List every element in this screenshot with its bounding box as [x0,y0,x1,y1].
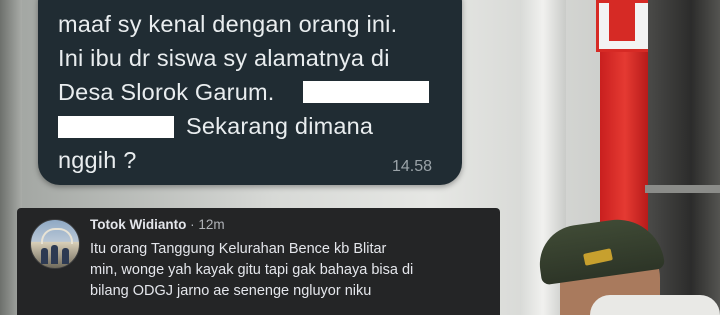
message-line-4: Sekarang dimana [186,113,374,139]
comment-age[interactable]: 12m [198,217,224,232]
chat-message-bubble: maaf sy kenal dengan orang ini. Ini ibu … [38,0,462,185]
comment-separator: · [190,217,195,232]
comment-line-2: min, wonge yah kayak gitu tapi gak bahay… [90,262,414,278]
comment-line-3: bilang ODGJ jarno ae senenge ngluyor nik… [90,283,372,299]
message-line-1: maaf sy kenal dengan orang ini. [58,11,398,37]
message-timestamp: 14.58 [391,158,432,175]
message-line-5: nggih ? [58,147,137,173]
comment-line-1: Itu orang Tanggung Kelurahan Bence kb Bl… [90,241,387,257]
pillar-cap [596,0,656,52]
comment-header: Totok Widianto · 12m [90,217,225,232]
message-line-2: Ini ibu dr siswa sy alamatnya di [58,45,390,71]
redaction-box-1 [303,81,429,103]
redaction-box-2 [58,116,174,138]
avatar[interactable] [30,219,80,269]
person-shirt [590,295,720,315]
comment-author[interactable]: Totok Widianto [90,217,186,232]
message-line-3: Desa Slorok Garum. [58,79,275,105]
shelf [645,185,720,193]
comment-text: Itu orang Tanggung Kelurahan Bence kb Bl… [90,239,490,302]
comment-card: Totok Widianto · 12m Itu orang Tanggung … [17,208,500,315]
